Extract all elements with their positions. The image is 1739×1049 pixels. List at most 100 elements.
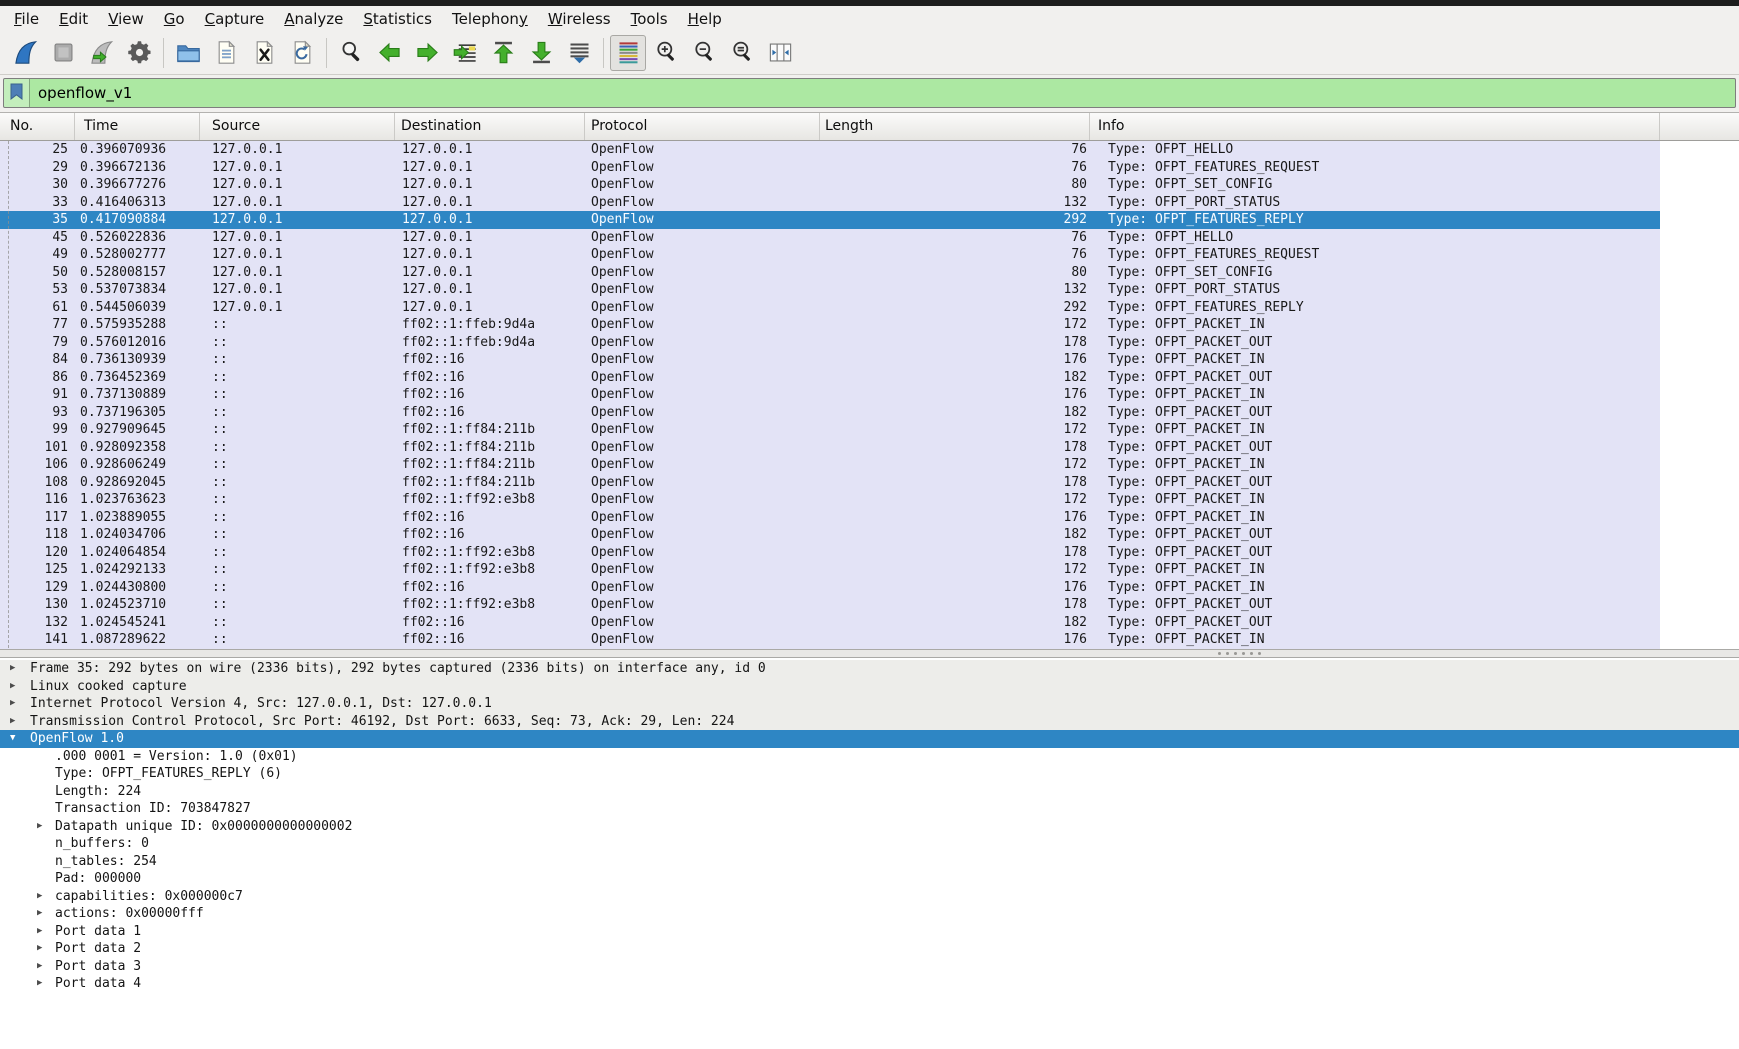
detail-row[interactable]: ▶ Frame 35: 292 bytes on wire (2336 bits)… — [0, 660, 1739, 678]
expander-closed-icon[interactable]: ▶ — [37, 905, 42, 923]
menu-statistics[interactable]: Statistics — [353, 8, 442, 30]
zoom-out-button[interactable] — [686, 35, 722, 71]
detail-row[interactable]: n_tables: 254 — [0, 853, 1739, 871]
go-next-packet-button[interactable] — [409, 35, 445, 71]
expander-closed-icon[interactable]: ▶ — [37, 818, 42, 836]
packet-row[interactable]: 106 0.928606249:: ff02::1:ff84:211b OpenFlo… — [0, 456, 1660, 474]
expander-closed-icon[interactable]: ▶ — [10, 678, 15, 696]
go-last-packet-button[interactable] — [523, 35, 559, 71]
detail-row[interactable]: n_buffers: 0 — [0, 835, 1739, 853]
packet-row[interactable]: 53 0.537073834 127.0.0.1 127.0.0.1 OpenFlow 1… — [0, 281, 1660, 299]
resize-columns-button[interactable] — [762, 35, 798, 71]
detail-row[interactable]: ▶ Port data 3 — [0, 958, 1739, 976]
packet-row[interactable]: 84 0.736130939:: ff02::16 OpenFlow 176 Type: … — [0, 351, 1660, 369]
packet-row[interactable]: 118 1.024034706:: ff02::16 OpenFlow 182 Type:… — [0, 526, 1660, 544]
stop-capture-button[interactable] — [45, 35, 81, 71]
expander-closed-icon[interactable]: ▶ — [37, 975, 42, 993]
detail-row[interactable]: ▶ Internet Protocol Version 4, Src: 127.0… — [0, 695, 1739, 713]
expander-closed-icon[interactable]: ▶ — [37, 923, 42, 941]
packet-row[interactable]: 132 1.024545241:: ff02::16 OpenFlow 182 Type:… — [0, 613, 1660, 631]
packet-row[interactable]: 141 1.087289622:: ff02::16 OpenFlow 176 Type:… — [0, 631, 1660, 649]
restart-capture-button[interactable] — [83, 35, 119, 71]
expander-closed-icon[interactable]: ▶ — [37, 958, 42, 976]
save-capture-file-button[interactable] — [208, 35, 244, 71]
menu-analyze[interactable]: Analyze — [274, 8, 353, 30]
packet-row[interactable]: 77 0.575935288:: ff02::1:ffeb:9d4a OpenFlow… — [0, 316, 1660, 334]
packet-row-selected[interactable]: 35 0.417090884 127.0.0.1 127.0.0.1 OpenFlow 2… — [0, 211, 1660, 229]
auto-scroll-button[interactable] — [561, 35, 597, 71]
expander-open-icon[interactable]: ▼ — [10, 730, 15, 748]
go-to-packet-button[interactable] — [447, 35, 483, 71]
column-header-source[interactable]: Source — [200, 113, 395, 140]
packet-row[interactable]: 45 0.526022836 127.0.0.1 127.0.0.1 OpenFlow 7… — [0, 228, 1660, 246]
display-filter-input[interactable]: openflow_v1 — [3, 78, 1736, 108]
expander-closed-icon[interactable]: ▶ — [37, 888, 42, 906]
packet-row[interactable]: 30 0.396677276 127.0.0.1 127.0.0.1 OpenFlow 8… — [0, 176, 1660, 194]
column-header-info[interactable]: Info — [1090, 113, 1660, 140]
packet-row[interactable]: 25 0.396070936 127.0.0.1 127.0.0.1 OpenFlow 7… — [0, 141, 1660, 159]
menu-telephony[interactable]: Telephony — [442, 8, 538, 30]
detail-row[interactable]: Pad: 000000 — [0, 870, 1739, 888]
packet-row[interactable]: 116 1.023763623:: ff02::1:ff92:e3b8 OpenFlo… — [0, 491, 1660, 509]
zoom-in-button[interactable] — [648, 35, 684, 71]
pane-splitter[interactable] — [0, 649, 1739, 658]
packet-row[interactable]: 86 0.736452369:: ff02::16 OpenFlow 182 Type: … — [0, 368, 1660, 386]
detail-row[interactable]: ▶ capabilities: 0x000000c7 — [0, 888, 1739, 906]
open-capture-file-button[interactable] — [170, 35, 206, 71]
capture-options-button[interactable] — [121, 35, 157, 71]
menu-capture[interactable]: Capture — [195, 8, 275, 30]
expander-closed-icon[interactable]: ▶ — [10, 695, 15, 713]
expander-closed-icon[interactable]: ▶ — [10, 713, 15, 731]
go-previous-packet-button[interactable] — [371, 35, 407, 71]
detail-row[interactable]: ▶ actions: 0x00000fff — [0, 905, 1739, 923]
packet-row[interactable]: 93 0.737196305:: ff02::16 OpenFlow 182 Type: … — [0, 403, 1660, 421]
packet-row[interactable]: 101 0.928092358:: ff02::1:ff84:211b OpenFlo… — [0, 438, 1660, 456]
packet-row[interactable]: 50 0.528008157 127.0.0.1 127.0.0.1 OpenFlow 8… — [0, 263, 1660, 281]
packet-row[interactable]: 29 0.396672136 127.0.0.1 127.0.0.1 OpenFlow 7… — [0, 158, 1660, 176]
colorize-packets-button[interactable] — [610, 34, 646, 71]
detail-row[interactable]: ▶ Transmission Control Protocol, Src Port… — [0, 712, 1739, 731]
filter-bookmark-button[interactable] — [4, 79, 30, 107]
expander-closed-icon[interactable]: ▶ — [10, 660, 15, 678]
column-header-time[interactable]: Time — [75, 113, 200, 140]
detail-row[interactable]: ▶ Datapath unique ID: 0x0000000000000002 — [0, 818, 1739, 836]
packet-row[interactable]: 79 0.576012016:: ff02::1:ffeb:9d4a OpenFlow… — [0, 333, 1660, 351]
detail-row[interactable]: Type: OFPT_FEATURES_REPLY (6) — [0, 765, 1739, 783]
detail-row[interactable]: .000 0001 = Version: 1.0 (0x01) — [0, 748, 1739, 766]
packet-row[interactable]: 33 0.416406313 127.0.0.1 127.0.0.1 OpenFlow 1… — [0, 193, 1660, 211]
detail-row[interactable]: Length: 224 — [0, 783, 1739, 801]
column-header-protocol[interactable]: Protocol — [585, 113, 820, 140]
menu-view[interactable]: View — [98, 8, 154, 30]
detail-row[interactable]: Transaction ID: 703847827 — [0, 800, 1739, 818]
packet-row[interactable]: 117 1.023889055:: ff02::16 OpenFlow 176 Type:… — [0, 508, 1660, 526]
menu-file[interactable]: File — [4, 8, 49, 30]
detail-row[interactable]: ▶ Port data 4 — [0, 975, 1739, 993]
menu-help[interactable]: Help — [678, 8, 732, 30]
go-first-packet-button[interactable] — [485, 35, 521, 71]
column-header-no[interactable]: No. — [0, 113, 75, 140]
packet-row[interactable]: 99 0.927909645:: ff02::1:ff84:211b OpenFlow… — [0, 421, 1660, 439]
packet-row[interactable]: 125 1.024292133:: ff02::1:ff92:e3b8 OpenFlo… — [0, 561, 1660, 579]
zoom-original-button[interactable] — [724, 35, 760, 71]
reload-capture-file-button[interactable] — [284, 35, 320, 71]
detail-row[interactable]: ▶ Port data 1 — [0, 923, 1739, 941]
menu-edit[interactable]: Edit — [49, 8, 98, 30]
find-packet-button[interactable] — [333, 35, 369, 71]
menu-wireless[interactable]: Wireless — [538, 8, 621, 30]
menu-go[interactable]: Go — [154, 8, 195, 30]
packet-row[interactable]: 91 0.737130889:: ff02::16 OpenFlow 176 Type: … — [0, 386, 1660, 404]
packet-row[interactable]: 120 1.024064854:: ff02::1:ff92:e3b8 OpenFlo… — [0, 543, 1660, 561]
start-capture-button[interactable] — [7, 35, 43, 71]
column-header-destination[interactable]: Destination — [395, 113, 585, 140]
detail-row[interactable]: ▶ Port data 2 — [0, 940, 1739, 958]
expander-closed-icon[interactable]: ▶ — [37, 940, 42, 958]
packet-row[interactable]: 129 1.024430800:: ff02::16 OpenFlow 176 Type:… — [0, 578, 1660, 596]
column-header-length[interactable]: Length — [820, 113, 1090, 140]
detail-row[interactable]: ▶ Linux cooked capture — [0, 677, 1739, 696]
packet-row[interactable]: 49 0.528002777 127.0.0.1 127.0.0.1 OpenFlow 7… — [0, 246, 1660, 264]
close-capture-file-button[interactable] — [246, 35, 282, 71]
packet-row[interactable]: 130 1.024523710:: ff02::1:ff92:e3b8 OpenFlo… — [0, 596, 1660, 614]
packet-row[interactable]: 61 0.544506039 127.0.0.1 127.0.0.1 OpenFlow 2… — [0, 298, 1660, 316]
menu-tools[interactable]: Tools — [621, 8, 678, 30]
packet-row[interactable]: 108 0.928692045:: ff02::1:ff84:211b OpenFlo… — [0, 473, 1660, 491]
